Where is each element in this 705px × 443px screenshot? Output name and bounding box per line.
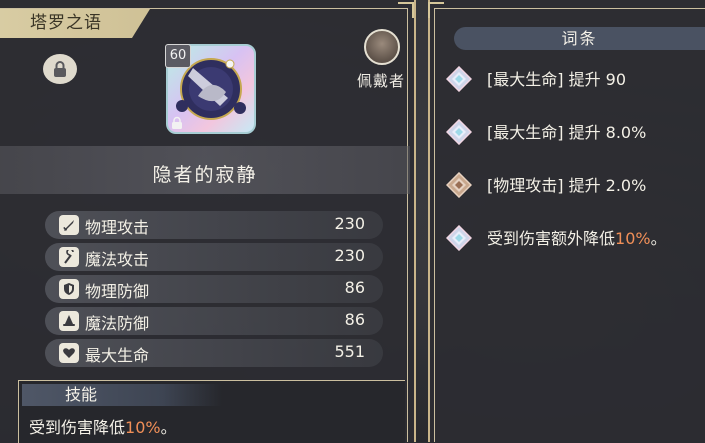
shield-icon [59,279,79,299]
affix-text: [物理攻击] 提升 2.0% [487,176,647,195]
frame-corner [398,2,414,18]
wizard-hat-icon [59,311,79,331]
affix-text-prefix: 受到伤害额外降低 [487,229,616,248]
stat-value: 230 [334,246,365,265]
stat-label: 物理防御 [85,282,150,301]
stat-label: 最大生命 [85,346,150,365]
stat-label: 魔法防御 [85,314,150,333]
wand-icon [59,247,79,267]
frame-corner [428,2,444,18]
lock-icon [54,61,66,77]
affix-highlight-value: 10% [615,229,651,248]
diamond-gem-icon [446,119,472,145]
affix-row: [物理攻击] 提升 2.0% [446,168,701,198]
diamond-gem-icon [446,66,472,92]
lock-button[interactable] [43,54,77,84]
skill-description: 受到伤害降低10%。 [29,414,177,438]
stat-row: 物理防御 86 [45,275,383,303]
frame-line [407,8,408,442]
stat-label: 物理攻击 [85,218,150,237]
frame-line [434,8,435,442]
stat-value: 551 [334,342,365,361]
stat-row: 最大生命 551 [45,339,383,367]
stat-label: 魔法攻击 [85,250,150,269]
panel-title: 塔罗之语 [0,9,150,38]
affix-header: 词条 [454,27,705,50]
special-affix-text: 受到伤害额外降低10%。 [487,225,667,249]
diamond-gem-icon [446,225,472,251]
affix-row: 受到伤害额外降低10%。 [446,221,701,251]
stat-value: 230 [334,214,365,233]
skill-highlight-value: 10% [125,418,161,437]
skill-text-suffix: 。 [160,418,177,437]
level-badge: 60 [165,44,191,68]
affix-row: [最大生命] 提升 8.0% [446,115,701,145]
affix-text: [最大生命] 提升 90 [487,70,627,89]
frame-line [0,8,408,9]
affix-row: [最大生命] 提升 90 [446,62,701,92]
stat-row: 魔法防御 86 [45,307,383,335]
stat-row: 魔法攻击 230 [45,243,383,271]
skill-text-prefix: 受到伤害降低 [29,418,126,437]
sword-icon [59,215,79,235]
wearer-avatar[interactable] [364,29,400,65]
skill-header: 技能 [22,384,222,406]
stat-row: 物理攻击 230 [45,211,383,239]
small-lock-icon [172,116,182,129]
affix-text-suffix: 。 [650,229,667,248]
wearer-label: 佩戴者 [357,72,406,90]
item-name: 隐者的寂静 [152,164,258,186]
stat-value: 86 [344,310,365,329]
heart-icon [59,343,79,363]
bronze-gem-icon [446,172,472,198]
frame-line [434,8,705,9]
stat-value: 86 [344,278,365,297]
affix-text: [最大生命] 提升 8.0% [487,123,647,142]
